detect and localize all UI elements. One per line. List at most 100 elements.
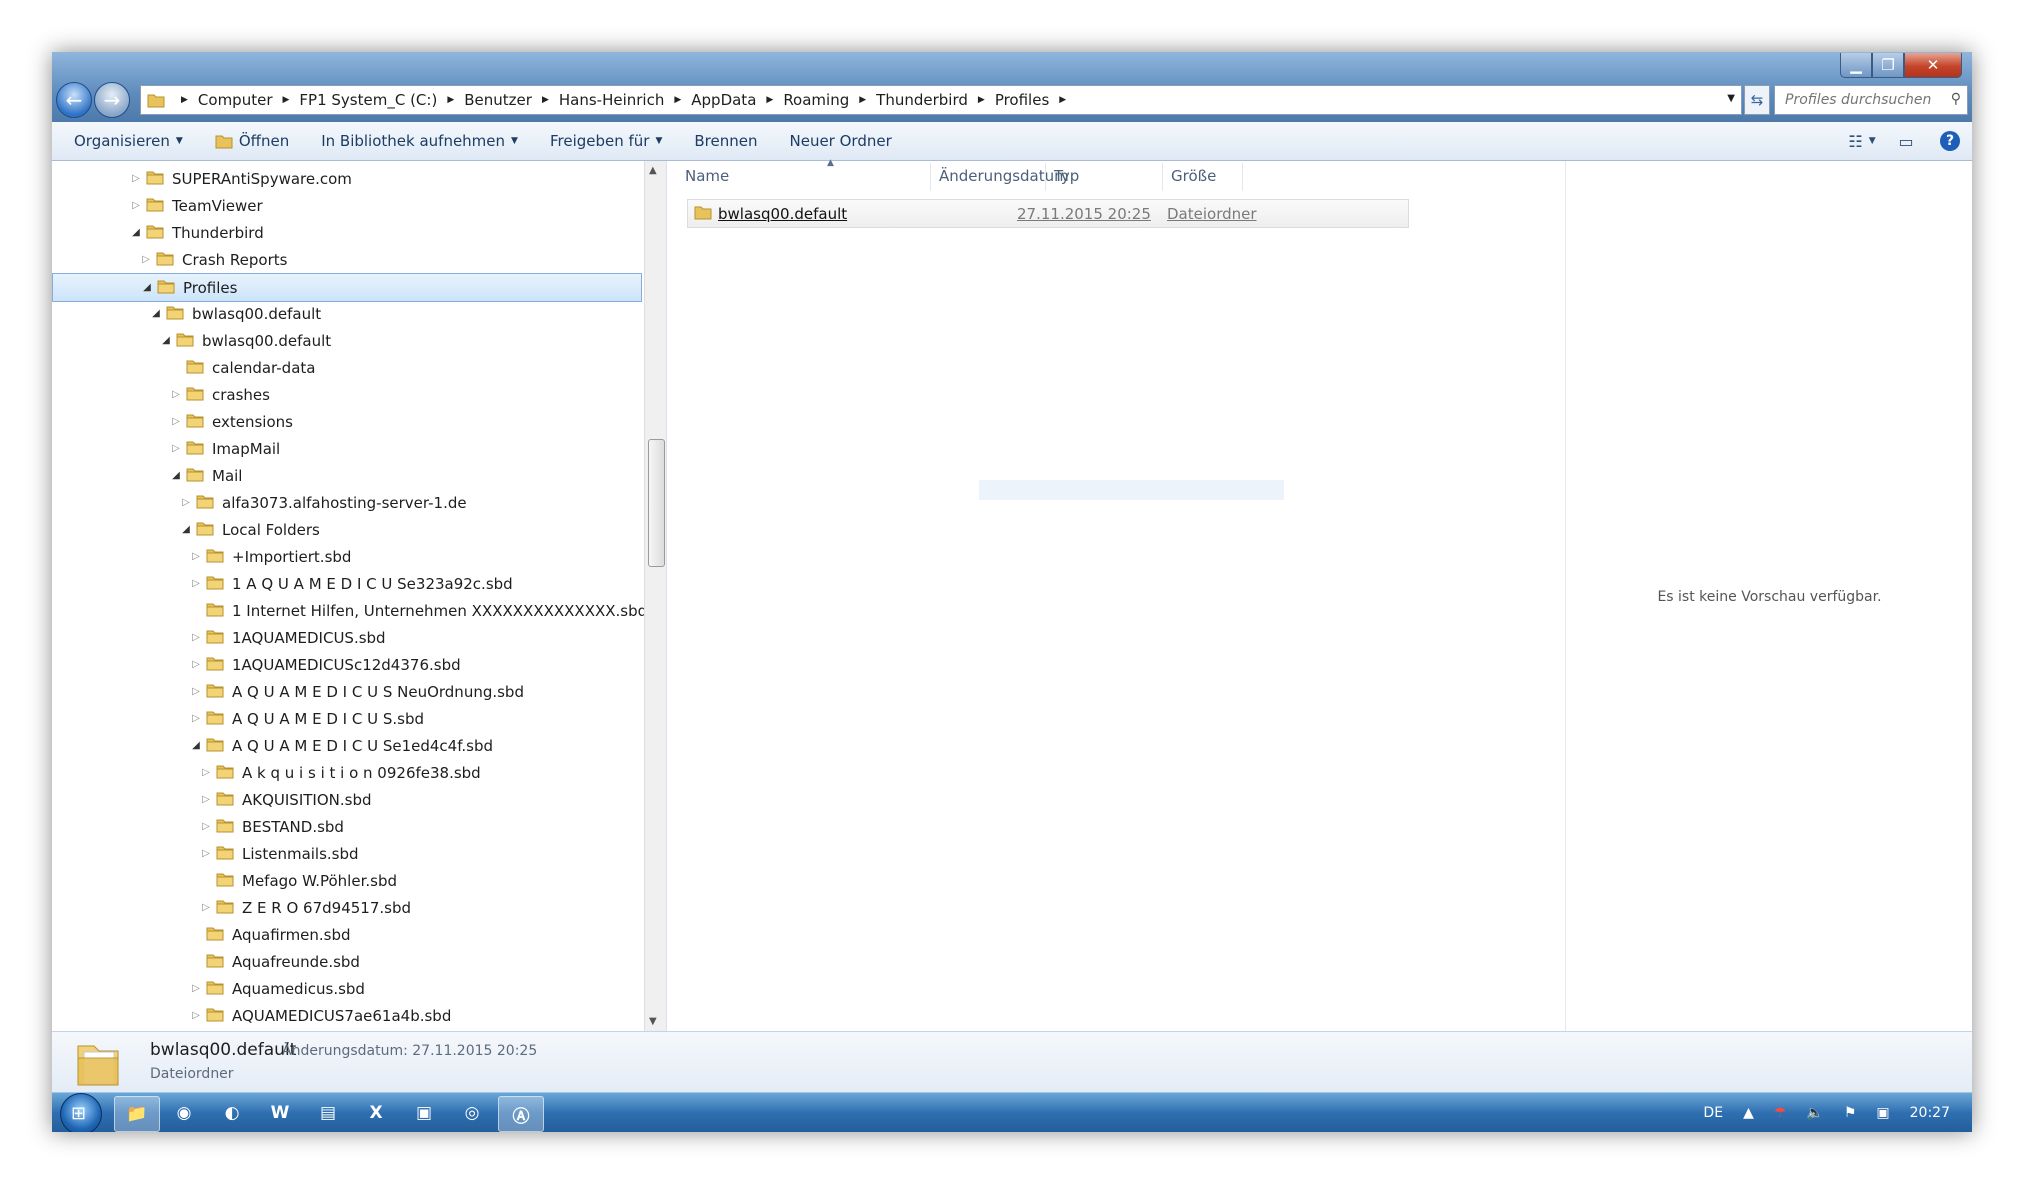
new-folder-button[interactable]: Neuer Ordner bbox=[774, 122, 908, 160]
clock[interactable]: 20:27 bbox=[1910, 1105, 1950, 1121]
collapsed-arrow-icon[interactable]: ▷ bbox=[190, 578, 202, 589]
refresh-button[interactable]: ⇆ bbox=[1744, 85, 1770, 115]
taskbar-acrobat[interactable]: Ⓐ bbox=[498, 1096, 544, 1132]
search-input[interactable] bbox=[1783, 87, 1947, 113]
collapsed-arrow-icon[interactable]: ▷ bbox=[200, 767, 212, 778]
expanded-arrow-icon[interactable]: ◢ bbox=[160, 335, 172, 346]
burn-button[interactable]: Brennen bbox=[678, 122, 773, 160]
tree-item[interactable]: ▷ +Importiert.sbd bbox=[52, 543, 351, 570]
expanded-arrow-icon[interactable]: ◢ bbox=[130, 227, 142, 238]
tree-item[interactable]: ◢ Thunderbird bbox=[52, 219, 264, 246]
column-header-date[interactable]: Änderungsdatum bbox=[939, 161, 1069, 191]
scroll-down-icon[interactable]: ▼ bbox=[649, 1016, 657, 1027]
collapsed-arrow-icon[interactable]: ▷ bbox=[200, 902, 212, 913]
expanded-arrow-icon[interactable]: ◢ bbox=[150, 308, 162, 319]
tree-item[interactable]: ▷ extensions bbox=[52, 408, 293, 435]
chevron-down-icon[interactable]: ▼ bbox=[1727, 93, 1735, 104]
tree-item[interactable]: ▷ AQUAMEDICUS7ae61a4b.sbd bbox=[52, 1002, 451, 1029]
tree-item[interactable]: Mefago W.Pöhler.sbd bbox=[52, 867, 397, 894]
taskbar-archive[interactable]: ▤ bbox=[306, 1096, 350, 1130]
file-row[interactable]: bwlasq00.default 27.11.2015 20:25 Dateio… bbox=[687, 199, 1409, 228]
breadcrumb-root-arrow[interactable]: ▶ bbox=[171, 95, 198, 105]
tree-item[interactable]: ▷ Listenmails.sbd bbox=[52, 840, 358, 867]
column-header-type[interactable]: Typ bbox=[1054, 161, 1079, 191]
close-button[interactable]: ✕ bbox=[1904, 53, 1962, 78]
collapsed-arrow-icon[interactable]: ▷ bbox=[190, 632, 202, 643]
expanded-arrow-icon[interactable]: ◢ bbox=[170, 470, 182, 481]
address-bar[interactable]: ▶ Computer ▶ FP1 System_C (C:) ▶ Benutzer ▶ Ha… bbox=[140, 85, 1742, 115]
taskbar-firefox[interactable]: ◉ bbox=[162, 1096, 206, 1130]
collapsed-arrow-icon[interactable]: ▷ bbox=[170, 389, 182, 400]
tree-item[interactable]: ▷ crashes bbox=[52, 381, 270, 408]
tree-item[interactable]: ▷ Crash Reports bbox=[52, 246, 287, 273]
collapsed-arrow-icon[interactable]: ▷ bbox=[180, 497, 192, 508]
breadcrumb-arrow-icon[interactable]: ▶ bbox=[674, 95, 681, 105]
open-button[interactable]: Öffnen bbox=[199, 122, 305, 160]
tree-item[interactable]: ▷ A Q U A M E D I C U S NeuOrdnung.sbd bbox=[52, 678, 524, 705]
breadcrumb-item[interactable]: Thunderbird ▶ bbox=[876, 91, 995, 109]
action-center-flag-icon[interactable]: ⚑ bbox=[1844, 1105, 1857, 1121]
antivirus-icon[interactable]: ☂ bbox=[1774, 1105, 1787, 1121]
tree-item[interactable]: ▷ A Q U A M E D I C U S.sbd bbox=[52, 705, 424, 732]
tree-item[interactable]: ◢ bwlasq00.default bbox=[52, 327, 331, 354]
breadcrumb-item[interactable]: Profiles ▶ bbox=[995, 91, 1076, 109]
tree-item[interactable]: ▷ Aquamedicus.sbd bbox=[52, 975, 365, 1002]
preview-pane-button[interactable]: ▭ bbox=[1884, 132, 1928, 151]
forward-button[interactable]: → bbox=[94, 82, 130, 118]
tree-scrollbar[interactable]: ▲ ▼ bbox=[644, 161, 667, 1031]
help-button[interactable]: ? bbox=[1928, 131, 1972, 151]
collapsed-arrow-icon[interactable]: ▷ bbox=[170, 416, 182, 427]
expanded-arrow-icon[interactable]: ◢ bbox=[141, 282, 153, 293]
scrollbar-thumb[interactable] bbox=[648, 439, 665, 567]
breadcrumb-arrow-icon[interactable]: ▶ bbox=[447, 95, 454, 105]
breadcrumb-item[interactable]: Roaming ▶ bbox=[783, 91, 876, 109]
scroll-up-icon[interactable]: ▲ bbox=[649, 165, 657, 176]
library-menu[interactable]: In Bibliothek aufnehmen ▼ bbox=[305, 122, 534, 160]
tree-item[interactable]: Aquafirmen.sbd bbox=[52, 921, 351, 948]
organize-menu[interactable]: Organisieren ▼ bbox=[52, 122, 199, 160]
tree-item[interactable]: ▷ 1AQUAMEDICUS.sbd bbox=[52, 624, 385, 651]
column-separator[interactable] bbox=[930, 163, 931, 191]
breadcrumb-item[interactable]: Computer ▶ bbox=[198, 91, 300, 109]
breadcrumb-arrow-icon[interactable]: ▶ bbox=[1059, 95, 1066, 105]
collapsed-arrow-icon[interactable]: ▷ bbox=[190, 1010, 202, 1021]
collapsed-arrow-icon[interactable]: ▷ bbox=[140, 254, 152, 265]
breadcrumb-arrow-icon[interactable]: ▶ bbox=[542, 95, 549, 105]
collapsed-arrow-icon[interactable]: ▷ bbox=[190, 713, 202, 724]
taskbar-media[interactable]: ◎ bbox=[450, 1096, 494, 1130]
view-options-button[interactable]: ☷ ▼ bbox=[1840, 132, 1884, 151]
tree-item[interactable]: ▷ 1 A Q U A M E D I C U Se323a92c.sbd bbox=[52, 570, 513, 597]
tree-item[interactable]: ▷ SUPERAntiSpyware.com bbox=[52, 165, 352, 192]
tree-item[interactable]: ▷ A k q u i s i t i o n 0926fe38.sbd bbox=[52, 759, 481, 786]
breadcrumb-arrow-icon[interactable]: ▶ bbox=[978, 95, 985, 105]
network-icon[interactable]: ▣ bbox=[1876, 1105, 1889, 1121]
tree-item[interactable]: ▷ alfa3073.alfahosting-server-1.de bbox=[52, 489, 466, 516]
back-button[interactable]: ← bbox=[56, 82, 92, 118]
search-icon[interactable]: ⚲ bbox=[1951, 91, 1961, 107]
breadcrumb-item[interactable]: FP1 System_C (C:) ▶ bbox=[299, 91, 464, 109]
tree-item[interactable]: Aquafreunde.sbd bbox=[52, 948, 360, 975]
language-indicator[interactable]: DE bbox=[1703, 1105, 1723, 1121]
tree-item[interactable]: ▷ AKQUISITION.sbd bbox=[52, 786, 371, 813]
tree-item[interactable]: 1 Internet Hilfen, Unternehmen XXXXXXXXX… bbox=[52, 597, 647, 624]
collapsed-arrow-icon[interactable]: ▷ bbox=[130, 200, 142, 211]
collapsed-arrow-icon[interactable]: ▷ bbox=[200, 794, 212, 805]
tree-item[interactable]: ▷ Z E R O 67d94517.sbd bbox=[52, 894, 411, 921]
breadcrumb-arrow-icon[interactable]: ▶ bbox=[859, 95, 866, 105]
collapsed-arrow-icon[interactable]: ▷ bbox=[200, 821, 212, 832]
collapsed-arrow-icon[interactable]: ▷ bbox=[130, 173, 142, 184]
taskbar-explorer[interactable]: 📁 bbox=[114, 1096, 160, 1132]
tree-item[interactable]: ◢ A Q U A M E D I C U Se1ed4c4f.sbd bbox=[52, 732, 493, 759]
breadcrumb-item[interactable]: Benutzer ▶ bbox=[464, 91, 559, 109]
tree-item[interactable]: calendar-data bbox=[52, 354, 315, 381]
tree-item[interactable]: ▷ 1AQUAMEDICUSc12d4376.sbd bbox=[52, 651, 460, 678]
taskbar-thunderbird[interactable]: ◐ bbox=[210, 1096, 254, 1130]
expanded-arrow-icon[interactable]: ◢ bbox=[180, 524, 192, 535]
tree-item[interactable]: ◢ Profiles bbox=[52, 273, 642, 302]
column-separator[interactable] bbox=[1045, 163, 1046, 191]
breadcrumb-item[interactable]: Hans-Heinrich ▶ bbox=[559, 91, 691, 109]
breadcrumb-arrow-icon[interactable]: ▶ bbox=[766, 95, 773, 105]
tree-item[interactable]: ▷ ImapMail bbox=[52, 435, 280, 462]
start-button[interactable]: ⊞ bbox=[60, 1093, 102, 1132]
tree-item[interactable]: ◢ Mail bbox=[52, 462, 242, 489]
